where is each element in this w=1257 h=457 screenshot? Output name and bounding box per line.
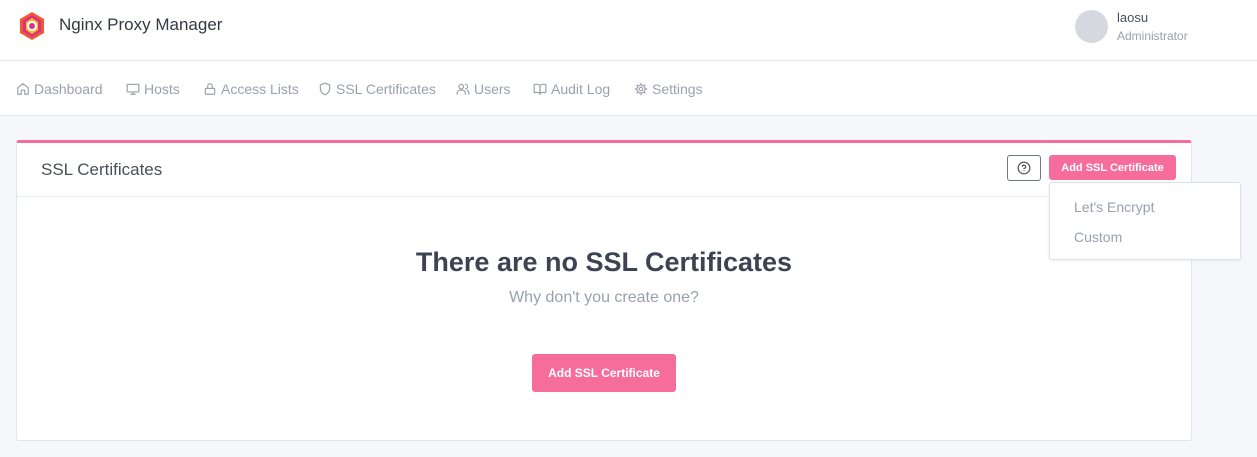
nav-item-hosts[interactable]: Hosts <box>126 61 180 116</box>
dropdown-item-custom[interactable]: Custom <box>1074 228 1122 246</box>
nav-item-label: SSL Certificates <box>336 80 436 97</box>
nav-item-access-lists[interactable]: Access Lists <box>203 61 299 116</box>
nav-item-label: Users <box>474 80 511 97</box>
empty-state-add-button[interactable]: Add SSL Certificate <box>532 354 676 392</box>
nav-item-label: Settings <box>652 80 703 97</box>
help-circle-icon <box>1017 161 1031 175</box>
nav-item-label: Hosts <box>144 80 180 97</box>
main-nav: Dashboard Hosts Access Lists SSL Certifi… <box>0 61 1257 116</box>
card-header: SSL Certificates Add SSL Certificate <box>17 143 1191 197</box>
shield-icon <box>319 82 331 95</box>
nav-item-dashboard[interactable]: Dashboard <box>16 61 103 116</box>
book-icon <box>533 83 547 95</box>
app-title[interactable]: Nginx Proxy Manager <box>59 14 222 36</box>
user-name[interactable]: laosu <box>1117 10 1148 26</box>
add-ssl-certificate-button[interactable]: Add SSL Certificate <box>1049 155 1176 180</box>
ssl-certificates-card: SSL Certificates Add SSL Certificate The… <box>16 140 1192 441</box>
nav-item-settings[interactable]: Settings <box>634 61 703 116</box>
nav-item-label: Audit Log <box>551 80 611 97</box>
nav-item-ssl-certificates[interactable]: SSL Certificates <box>318 61 436 116</box>
empty-state-subtitle: Why don't you create one? <box>509 289 699 306</box>
nav-item-users[interactable]: Users <box>456 61 511 116</box>
home-icon <box>17 82 29 95</box>
dropdown-item-lets-encrypt[interactable]: Let's Encrypt <box>1074 198 1155 216</box>
avatar[interactable] <box>1075 10 1108 43</box>
nav-item-label: Dashboard <box>34 80 103 97</box>
gear-icon <box>634 82 648 95</box>
card-title: SSL Certificates <box>41 160 163 179</box>
nav-item-label: Access Lists <box>221 80 299 97</box>
monitor-icon <box>126 83 140 95</box>
nav-item-audit-log[interactable]: Audit Log <box>533 61 610 116</box>
empty-state-title: There are no SSL Certificates <box>415 247 793 277</box>
top-header: Nginx Proxy Manager laosu Administrator <box>0 0 1257 61</box>
users-icon <box>456 83 470 95</box>
user-role: Administrator <box>1117 29 1188 43</box>
add-certificate-dropdown: Let's Encrypt Custom <box>1049 182 1241 260</box>
nginx-proxy-manager-logo-icon[interactable] <box>18 11 46 41</box>
lock-icon <box>204 82 216 95</box>
help-button[interactable] <box>1007 155 1041 181</box>
